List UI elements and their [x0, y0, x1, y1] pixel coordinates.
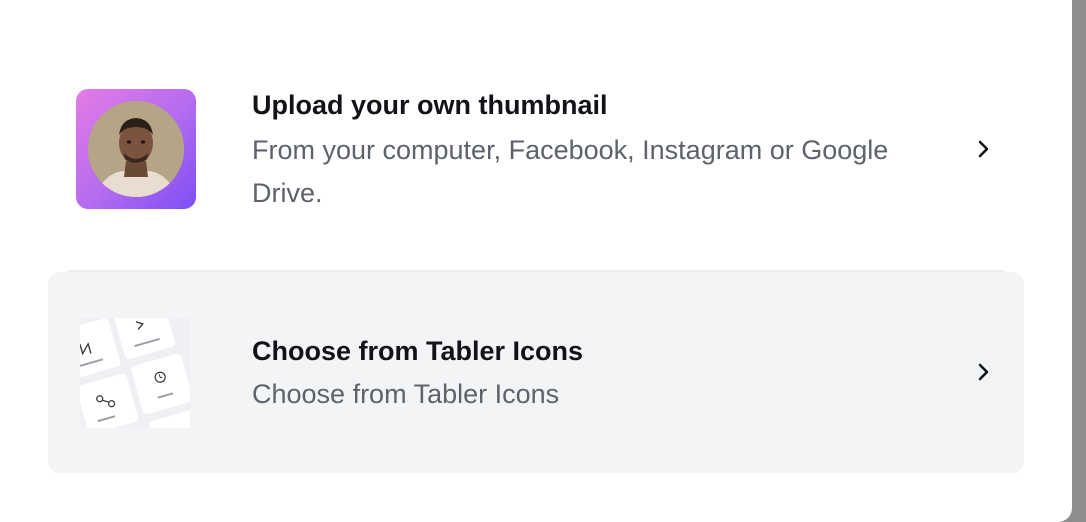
- chevron-right-icon: [978, 363, 989, 381]
- avatar: [88, 101, 184, 197]
- upload-thumbnail-option[interactable]: Upload your own thumbnail From your comp…: [48, 62, 1024, 262]
- option-title: Choose from Tabler Icons: [252, 336, 584, 366]
- upload-thumbnail-image: [76, 89, 196, 209]
- option-title: Upload your own thumbnail: [252, 90, 608, 120]
- thumbnail-source-panel: Upload your own thumbnail From your comp…: [0, 0, 1072, 522]
- option-description: Choose from Tabler Icons: [252, 379, 560, 409]
- scrollbar[interactable]: [1072, 0, 1086, 522]
- chevron-right-icon: [978, 140, 989, 158]
- tabler-icons-preview-image: [80, 318, 190, 428]
- tabler-icons-option[interactable]: Choose from Tabler Icons Choose from Tab…: [48, 272, 1024, 473]
- option-description: From your computer, Facebook, Instagram …: [252, 135, 889, 208]
